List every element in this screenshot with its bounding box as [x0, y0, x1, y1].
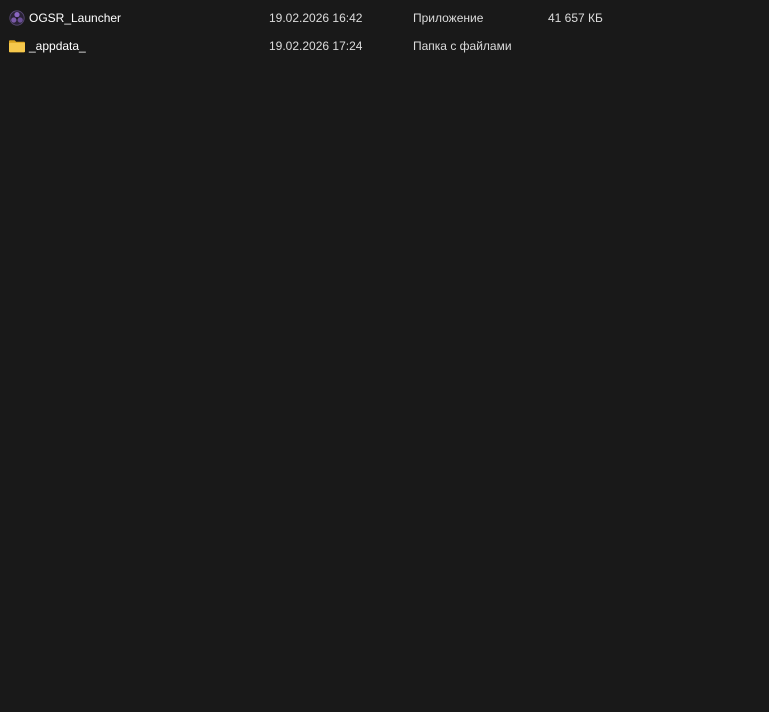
file-modified-date: 19.02.2026 17:24 [269, 39, 363, 53]
file-type: Папка с файлами [413, 39, 512, 53]
file-name: _appdata_ [29, 39, 86, 53]
app-launcher-icon [8, 10, 26, 26]
file-modified-date: 19.02.2026 16:42 [269, 11, 363, 25]
file-type: Приложение [413, 11, 484, 25]
folder-icon [8, 38, 26, 54]
file-name: OGSR_Launcher [29, 11, 122, 25]
file-list: OGSR_Launcher 19.02.2026 16:42 Приложени… [0, 4, 769, 60]
file-row-appdata-folder[interactable]: _appdata_ 19.02.2026 17:24 Папка с файла… [0, 32, 769, 60]
file-row-ogsr-launcher[interactable]: OGSR_Launcher 19.02.2026 16:42 Приложени… [0, 4, 769, 32]
file-size: 41 657 КБ [548, 11, 603, 25]
